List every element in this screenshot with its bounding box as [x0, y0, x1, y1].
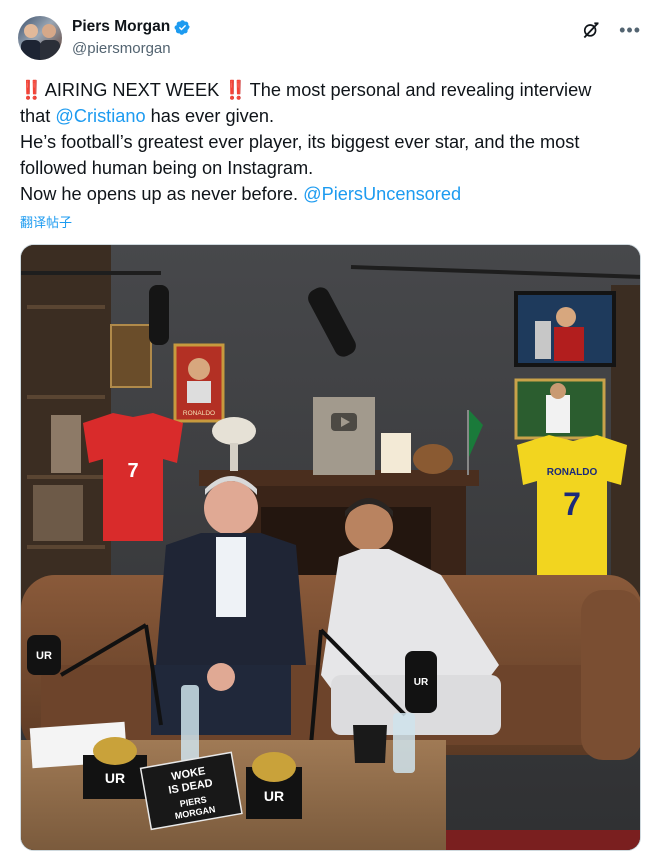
double-exclamation-icon: ‼️	[224, 80, 247, 100]
tweet-line-5-pre: Now he opens up as never before.	[20, 184, 304, 204]
translate-post-link[interactable]: 翻译帖子	[20, 212, 72, 231]
water-bottle-right	[393, 713, 415, 773]
verified-badge-icon	[174, 19, 190, 35]
youtube-play-button-award	[313, 397, 375, 475]
tweet-line-5: Now he opens up as never before. @PiersU…	[20, 181, 640, 207]
table-lamp	[212, 417, 256, 445]
svg-text:UR: UR	[264, 788, 284, 804]
tweet-line-1-rest: The most personal and revealing intervie…	[244, 80, 592, 100]
tweet-line-1: ‼️ AIRING NEXT WEEK ‼️ The most personal…	[20, 77, 640, 103]
boom-microphone-left	[149, 285, 169, 345]
tweet-header: Piers Morgan @piersmorgan •••	[18, 14, 643, 62]
avatar[interactable]	[18, 16, 62, 60]
svg-text:RONALDO: RONALDO	[547, 467, 598, 478]
svg-text:RONALDO: RONALDO	[183, 410, 215, 417]
tweet-line-2: that @Cristiano has ever given.	[20, 103, 640, 129]
coffee-mug	[353, 725, 387, 763]
gold-ball-trophy-left	[93, 737, 137, 765]
gold-ball-trophy-right	[252, 752, 296, 782]
svg-text:7: 7	[127, 460, 138, 482]
rug	[446, 830, 640, 850]
tweet-line-2-post: has ever given.	[145, 106, 275, 126]
author-name-row[interactable]: Piers Morgan	[72, 18, 191, 36]
more-options-icon[interactable]: •••	[619, 21, 641, 39]
svg-text:UR: UR	[36, 650, 52, 662]
author-handle[interactable]: @piersmorgan	[72, 40, 171, 57]
tweet-line-3: He’s football’s greatest ever player, it…	[20, 132, 580, 152]
rugby-ball	[413, 444, 453, 474]
tweet-media-photo[interactable]: RONALDO 7 RONALDO 7 UR UR UR UR WOKE IS …	[20, 244, 641, 851]
tweet-text: ‼️ AIRING NEXT WEEK ‼️ The most personal…	[20, 77, 640, 207]
svg-text:7: 7	[563, 486, 581, 522]
candle-holder	[381, 433, 411, 473]
mention-link-piersuncensored[interactable]: @PiersUncensored	[303, 184, 461, 204]
tweet-heading: AIRING NEXT WEEK	[40, 80, 225, 100]
double-exclamation-icon: ‼️	[20, 80, 43, 100]
tweet-line-2-pre: that	[20, 106, 56, 126]
framed-photo-small	[110, 324, 152, 388]
interview-studio-photo: RONALDO 7 RONALDO 7 UR UR UR UR WOKE IS …	[21, 245, 640, 850]
grok-icon[interactable]	[581, 20, 601, 40]
svg-text:UR: UR	[105, 770, 125, 786]
author-display-name[interactable]: Piers Morgan	[72, 18, 170, 36]
water-bottle-left	[181, 685, 199, 763]
tweet-line-4: followed human being on Instagram.	[20, 158, 314, 178]
mention-link-cristiano[interactable]: @Cristiano	[55, 106, 145, 126]
svg-text:UR: UR	[414, 677, 429, 688]
